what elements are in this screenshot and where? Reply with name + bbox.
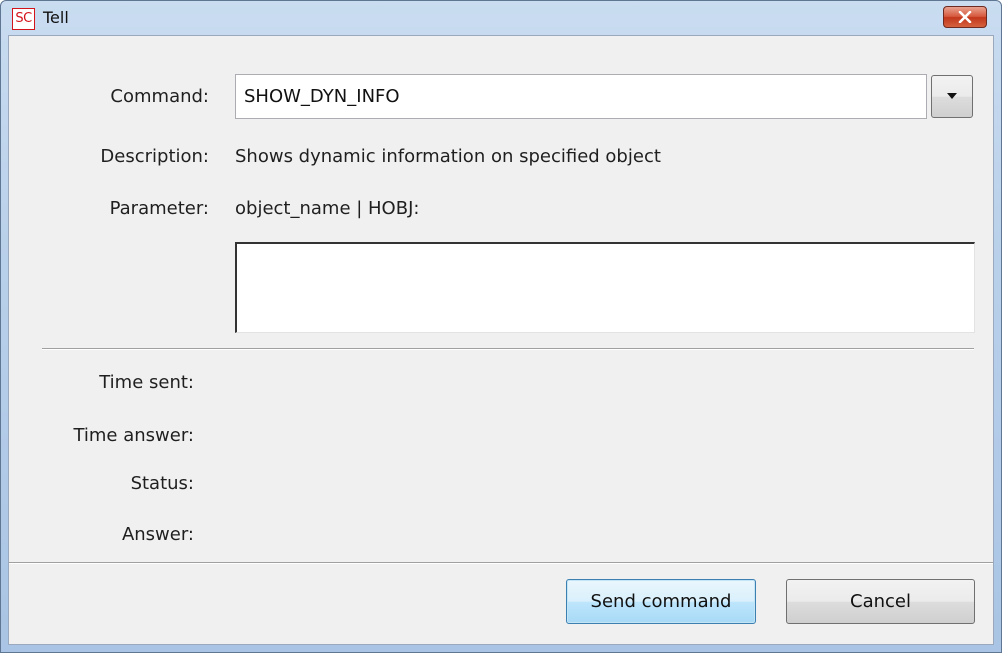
time-answer-label: Time answer:	[73, 425, 194, 446]
parameter-label: Parameter:	[109, 198, 209, 219]
dialog-body: Command: Description: Shows dynamic info…	[8, 35, 994, 645]
description-label: Description:	[100, 146, 209, 167]
title-bar[interactable]: SC Tell	[1, 1, 1001, 35]
tell-dialog-window: SC Tell Command: Description: Shows dyna…	[0, 0, 1002, 653]
command-dropdown-button[interactable]	[931, 75, 973, 118]
command-input[interactable]	[235, 74, 927, 119]
parameter-value: object_name | HOBJ:	[235, 198, 420, 219]
status-label: Status:	[130, 473, 194, 494]
sc-app-icon: SC	[12, 8, 35, 30]
divider	[42, 348, 974, 350]
answer-label: Answer:	[121, 524, 194, 545]
parameter-input[interactable]	[235, 242, 975, 333]
chevron-down-icon	[947, 93, 957, 99]
cancel-button[interactable]: Cancel	[786, 579, 975, 624]
footer-divider	[9, 562, 993, 564]
send-command-button[interactable]: Send command	[566, 579, 756, 624]
description-value: Shows dynamic information on specified o…	[235, 146, 661, 167]
command-label: Command:	[110, 86, 209, 107]
close-button[interactable]	[943, 6, 987, 28]
window-title: Tell	[43, 8, 69, 27]
close-icon	[958, 11, 972, 23]
time-sent-label: Time sent:	[99, 372, 194, 393]
